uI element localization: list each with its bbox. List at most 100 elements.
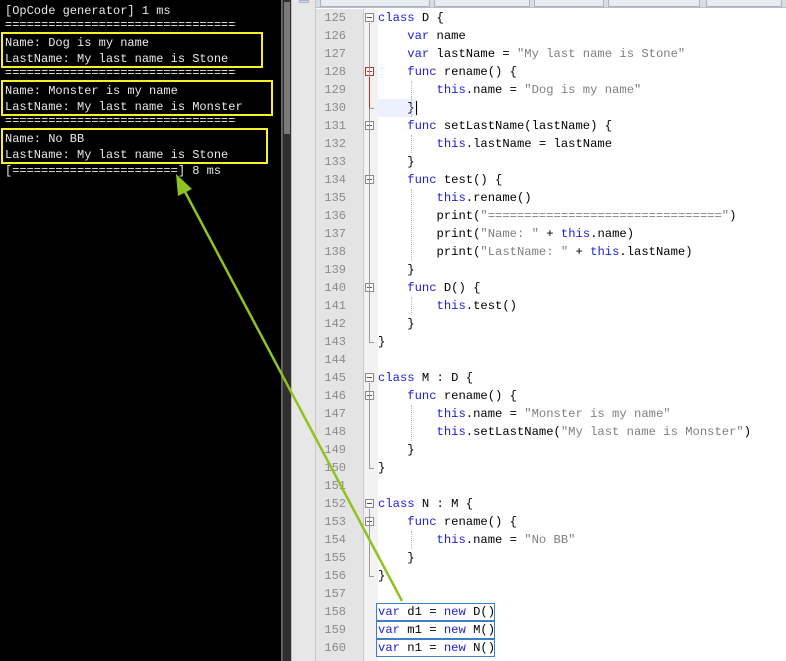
console-separator: ================================ (5, 18, 236, 32)
line-number: 129 (324, 83, 346, 97)
code-line[interactable]: var lastName = "My last name is Stone" (378, 45, 685, 63)
code-line[interactable]: this.test() (378, 297, 517, 315)
line-number: 136 (324, 209, 346, 223)
line-number: 147 (324, 407, 346, 421)
line-number: 151 (324, 479, 346, 493)
code-line[interactable]: } (378, 333, 385, 351)
line-number: 152 (324, 497, 346, 511)
line-number: 145 (324, 371, 346, 385)
code-line[interactable]: this.lastName = lastName (378, 135, 613, 153)
console-progress: [=======================] 8 ms (5, 164, 222, 178)
code-line[interactable]: } (378, 261, 414, 279)
console-output: [OpCode generator] 1 ms ================… (0, 0, 282, 661)
line-number: 159 (324, 623, 346, 637)
line-number: 139 (324, 263, 346, 277)
code-line[interactable]: class D { (378, 9, 444, 27)
line-number: 150 (324, 461, 346, 475)
fold-end (369, 342, 374, 343)
fold-end (369, 576, 374, 577)
fold-end (369, 468, 374, 469)
highlight-box-n (1, 128, 268, 164)
code-line[interactable]: func rename() { (378, 63, 517, 81)
code-line[interactable]: print("================================"… (378, 207, 737, 225)
fold-line (369, 77, 370, 108)
code-line[interactable]: } (378, 315, 414, 333)
line-number: 140 (324, 281, 346, 295)
code-line[interactable]: this.name = "No BB" (378, 531, 576, 549)
code-line[interactable]: this.name = "Monster is my name" (378, 405, 671, 423)
line-number: 143 (324, 335, 346, 349)
editor-tab-strip[interactable] (316, 0, 786, 8)
line-number: 160 (324, 641, 346, 655)
editor-tab[interactable] (608, 0, 700, 7)
fold-line (369, 509, 370, 576)
indent-guide (411, 81, 412, 117)
code-line[interactable]: var d1 = new D() (376, 603, 496, 621)
code-line[interactable]: var m1 = new M() (376, 621, 496, 639)
code-line[interactable]: this.name = "Dog is my name" (378, 81, 642, 99)
fold-minus-icon[interactable] (365, 13, 374, 22)
code-line[interactable]: print("LastName: " + this.lastName) (378, 243, 693, 261)
code-line[interactable]: } (378, 153, 414, 171)
line-number: 128 (324, 65, 346, 79)
line-number: 156 (324, 569, 346, 583)
fold-margin[interactable] (364, 9, 378, 661)
indent-guide (411, 405, 412, 441)
line-number: 153 (324, 515, 346, 529)
line-number: 144 (324, 353, 346, 367)
highlight-box-m (1, 80, 273, 116)
line-number: 135 (324, 191, 346, 205)
code-line[interactable]: } (378, 99, 414, 117)
code-line[interactable]: print("Name: " + this.name) (378, 225, 635, 243)
fold-end (369, 108, 374, 109)
code-line[interactable]: } (378, 459, 385, 477)
line-number: 155 (324, 551, 346, 565)
code-line[interactable]: var n1 = new N() (376, 639, 496, 657)
line-number: 148 (324, 425, 346, 439)
pane-splitter[interactable] (291, 0, 316, 661)
code-line[interactable]: class M : D { (378, 369, 473, 387)
line-number: 126 (324, 29, 346, 43)
line-number: 157 (324, 587, 346, 601)
line-number: 154 (324, 533, 346, 547)
fold-minus-icon[interactable] (365, 499, 374, 508)
code-line[interactable]: class N : M { (378, 495, 473, 513)
editor-tab[interactable] (706, 0, 782, 7)
editor-tab[interactable] (320, 0, 430, 7)
fold-minus-icon[interactable] (365, 373, 374, 382)
line-number: 149 (324, 443, 346, 457)
indent-guide (411, 531, 412, 549)
code-line[interactable]: } (378, 567, 385, 585)
text-caret (416, 101, 417, 115)
code-line[interactable]: this.setLastName("My last name is Monste… (378, 423, 752, 441)
editor-tab[interactable] (434, 0, 530, 7)
code-line[interactable]: func rename() { (378, 513, 517, 531)
line-number: 131 (324, 119, 346, 133)
highlight-box-d (1, 32, 263, 68)
editor-tab[interactable] (534, 0, 604, 7)
code-line[interactable]: func setLastName(lastName) { (378, 117, 612, 135)
indent-guide (411, 135, 412, 153)
code-line[interactable]: } (378, 441, 414, 459)
console-scrollbar[interactable] (282, 0, 291, 661)
line-number: 132 (324, 137, 346, 151)
line-number: 146 (324, 389, 346, 403)
fold-line (369, 383, 370, 468)
line-number: 133 (324, 155, 346, 169)
line-number: 130 (324, 101, 346, 115)
code-line[interactable]: } (378, 549, 414, 567)
indent-guide (411, 297, 412, 315)
line-number: 125 (324, 11, 346, 25)
code-line[interactable]: var name (378, 27, 466, 45)
code-editor[interactable]: 125 class D { 126 var name 127 var lastName… (316, 0, 786, 661)
code-line[interactable]: func rename() { (378, 387, 517, 405)
line-number: 138 (324, 245, 346, 259)
line-number: 141 (324, 299, 346, 313)
line-number: 127 (324, 47, 346, 61)
indent-guide (411, 189, 412, 261)
code-line[interactable]: func D() { (378, 279, 480, 297)
code-line[interactable]: func test() { (378, 171, 502, 189)
console-scrollbar-thumb[interactable] (284, 2, 290, 134)
fold-line (369, 23, 370, 342)
code-line[interactable]: this.rename() (378, 189, 532, 207)
